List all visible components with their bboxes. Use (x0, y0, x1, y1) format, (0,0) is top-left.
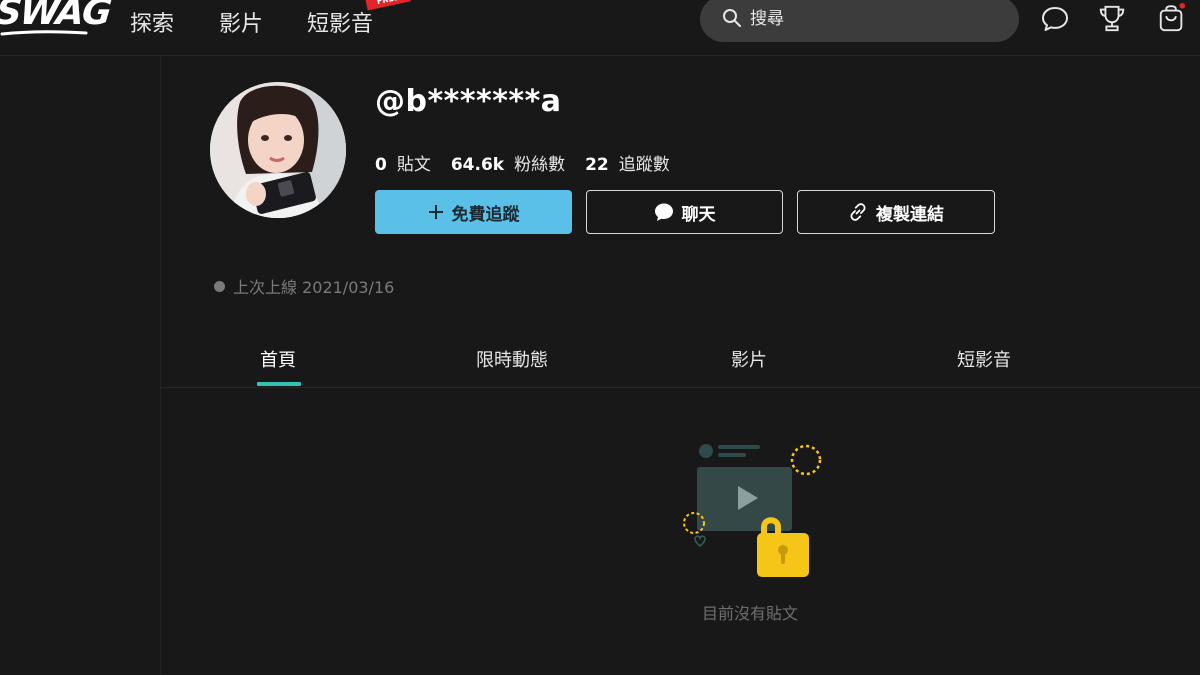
username: @b*******a (375, 84, 562, 119)
tab-shorts[interactable]: 短影音 (957, 346, 1011, 372)
posts-count: 0 (375, 155, 387, 175)
search-bar[interactable] (700, 0, 1019, 42)
sidebar-divider (160, 56, 161, 675)
logo-swoosh-icon (0, 30, 88, 36)
copy-link-button-label: 複製連結 (876, 204, 944, 225)
chat-bubble-icon[interactable] (1040, 2, 1070, 34)
chat-button[interactable]: 聊天 (586, 190, 783, 234)
followers-count: 64.6k (450, 155, 505, 175)
tabs-divider (161, 387, 1200, 388)
active-tab-indicator (257, 382, 301, 386)
following-label: 追蹤數 (618, 155, 670, 175)
tab-home[interactable]: 首頁 (260, 346, 296, 372)
nav-explore[interactable]: 探索 (130, 6, 174, 38)
chat-icon (654, 202, 674, 222)
posts-label: 貼文 (396, 155, 431, 175)
trophy-icon[interactable] (1097, 2, 1127, 34)
last-online-text: 上次上線 2021/03/16 (233, 278, 395, 297)
tab-stories[interactable]: 限時動態 (476, 346, 548, 372)
bag-icon[interactable] (1157, 2, 1187, 34)
follow-button[interactable]: 免費追蹤 (375, 190, 572, 234)
locked-content-illustration (683, 444, 822, 577)
followers-label: 粉絲數 (514, 155, 566, 175)
nav-videos[interactable]: 影片 (219, 6, 263, 38)
follow-button-label: 免費追蹤 (451, 204, 520, 225)
profile-stats: 0 貼文 64.6k 粉絲數 22 追蹤數 (375, 150, 690, 175)
copy-link-button[interactable]: 複製連結 (797, 190, 995, 234)
avatar-image (210, 82, 346, 218)
search-icon (723, 9, 741, 27)
empty-state-message: 目前沒有貼文 (701, 604, 798, 623)
free-badge: FREE (365, 0, 411, 11)
status-dot-icon (214, 280, 225, 292)
logo-text: SWAG (0, 0, 112, 33)
last-online-status: 上次上線 2021/03/16 (214, 274, 394, 298)
avatar[interactable] (210, 82, 346, 218)
search-input[interactable] (750, 4, 1000, 34)
chat-button-label: 聊天 (681, 204, 716, 225)
top-navigation-bar: SWAG 探索 影片 短影音 FREE (0, 0, 1200, 56)
tab-videos[interactable]: 影片 (731, 346, 767, 372)
plus-icon (428, 204, 444, 220)
notification-dot (1179, 3, 1186, 9)
nav-shorts[interactable]: 短影音 (307, 6, 373, 38)
link-icon (848, 202, 868, 222)
following-count: 22 (585, 155, 609, 175)
